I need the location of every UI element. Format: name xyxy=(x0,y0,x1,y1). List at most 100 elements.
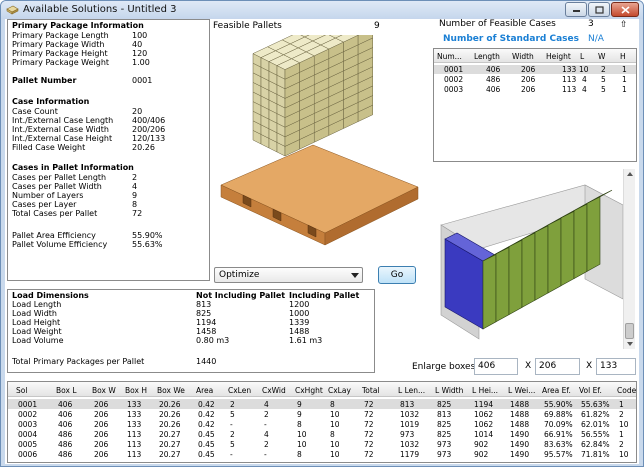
table-cell: 1032 xyxy=(400,410,420,419)
column-header[interactable]: Vol Ef. xyxy=(579,386,602,395)
column-header[interactable]: Box We xyxy=(157,386,185,395)
maximize-icon xyxy=(594,5,604,14)
table-cell: 825 xyxy=(437,420,452,429)
pallet-number-label: Pallet Number xyxy=(12,76,77,85)
container-view-scrollbar[interactable] xyxy=(623,169,635,349)
column-header[interactable]: Width xyxy=(512,52,534,61)
table-row[interactable]: 0004 486 206 113 20.27 0.45 2 4 10 8 72 973 825 1014 1… xyxy=(8,429,636,439)
column-header[interactable]: CxWid xyxy=(262,386,286,395)
column-header[interactable]: L xyxy=(580,52,584,61)
table-cell: - xyxy=(264,450,267,459)
info-label: Pallet Volume Efficiency xyxy=(12,240,108,249)
info-value: 9 xyxy=(132,191,138,200)
info-value: 120 xyxy=(132,49,148,58)
table-row[interactable]: 0002 486 206 113 4 5 1 xyxy=(434,75,636,84)
cases-pallet-heading: Cases in Pallet Information xyxy=(12,163,134,172)
column-header[interactable]: CxHght xyxy=(295,386,323,395)
column-header[interactable]: CxLay xyxy=(328,386,351,395)
column-header[interactable]: L Len... xyxy=(398,386,425,395)
info-label: Cases per Layer xyxy=(12,200,77,209)
column-header[interactable]: Area xyxy=(196,386,213,395)
table-cell: 133 xyxy=(127,400,142,409)
table-cell: 813 xyxy=(437,410,452,419)
scroll-up-icon[interactable] xyxy=(626,171,634,177)
close-button[interactable] xyxy=(611,2,639,17)
column-header[interactable]: Length xyxy=(474,52,500,61)
optimize-selected-value: Optimize xyxy=(219,270,260,280)
table-cell: 5 xyxy=(601,75,606,84)
table-cell: 2 xyxy=(601,65,606,74)
info-value: 20 xyxy=(132,107,143,116)
table-cell: 1 xyxy=(619,400,624,409)
optimize-select[interactable]: Optimize xyxy=(214,267,363,283)
x-separator: X xyxy=(525,361,532,371)
maximize-button[interactable] xyxy=(588,2,610,17)
column-header[interactable]: L Hei... xyxy=(472,386,498,395)
table-cell: 70.09% xyxy=(544,420,573,429)
table-cell: 206 xyxy=(94,430,109,439)
info-value: 72 xyxy=(132,209,143,218)
table-cell: 10 xyxy=(330,440,340,449)
table-row[interactable]: 0001 406 206 133 10 2 1 xyxy=(434,65,636,74)
load-label: Load Volume xyxy=(12,336,64,345)
column-header[interactable]: Box L xyxy=(56,386,77,395)
load-value: 1000 xyxy=(289,309,310,318)
case-column xyxy=(495,246,510,323)
table-cell: 20.27 xyxy=(159,430,181,439)
case-heading: Case Information xyxy=(12,97,90,106)
load-value: 1339 xyxy=(289,318,310,327)
table-row[interactable]: 0001 406 206 133 20.26 0.42 2 4 9 8 72 813 825 1194 14… xyxy=(8,399,636,409)
column-header[interactable]: Box W xyxy=(92,386,116,395)
scroll-thumb[interactable] xyxy=(625,323,634,339)
column-header[interactable]: W xyxy=(598,52,605,61)
go-button[interactable]: Go xyxy=(378,266,416,284)
enlarge-length-input[interactable]: 406 xyxy=(474,358,518,375)
load-value: 0.80 m3 xyxy=(196,336,230,345)
column-header[interactable]: CxLen xyxy=(228,386,251,395)
enlarge-height-input[interactable]: 133 xyxy=(596,358,636,375)
table-cell: 20.27 xyxy=(159,450,181,459)
column-header[interactable]: Total xyxy=(362,386,380,395)
table-cell: 4 xyxy=(582,75,587,84)
table-cell: 113 xyxy=(562,75,577,84)
table-cell: 1490 xyxy=(510,430,530,439)
column-header[interactable]: Area Ef. xyxy=(542,386,571,395)
package-info-panel: Primary Package Information Primary Pack… xyxy=(7,19,210,281)
info-value: 55.90% xyxy=(132,231,163,240)
table-cell: 1032 xyxy=(400,440,420,449)
standard-cases-value: N/A xyxy=(588,34,604,44)
table-cell: 206 xyxy=(94,440,109,449)
table-cell: 206 xyxy=(521,75,536,84)
column-header[interactable]: Code xyxy=(617,386,636,395)
table-row[interactable]: 0006 486 206 113 20.27 0.45 - - 8 10 72 1179 973 902 1… xyxy=(8,449,636,459)
table-row[interactable]: 0005 486 206 113 20.27 0.45 5 2 10 10 72 1032 973 902… xyxy=(8,439,636,449)
column-header[interactable]: Height xyxy=(546,52,571,61)
table-row[interactable]: 0002 406 206 133 20.26 0.42 5 2 9 10 72 1032 813 1062… xyxy=(8,409,636,419)
load-label: Load Length xyxy=(12,300,62,309)
info-value: 55.63% xyxy=(132,240,163,249)
table-cell: 0.45 xyxy=(198,450,215,459)
table-cell: 10 xyxy=(330,450,340,459)
info-label: Int./External Case Height xyxy=(12,134,113,143)
column-header[interactable]: L Wei... xyxy=(508,386,535,395)
table-row[interactable]: 0003 406 206 133 20.26 0.42- -8 10 72 1019 825 1062… xyxy=(8,419,636,429)
table-cell: 1062 xyxy=(474,410,494,419)
info-label: Int./External Case Width xyxy=(12,125,109,134)
column-header[interactable]: H xyxy=(620,52,626,61)
pallet-number-value: 0001 xyxy=(132,76,153,85)
scroll-down-icon[interactable] xyxy=(626,341,634,347)
minimize-button[interactable] xyxy=(565,2,587,17)
enlarge-width-input[interactable]: 206 xyxy=(535,358,580,375)
column-header[interactable]: Sol xyxy=(16,386,27,395)
column-header[interactable]: L Width xyxy=(435,386,463,395)
total-packages-label: Total Primary Packages per Pallet xyxy=(12,357,145,366)
app-window: Available Solutions - Untitled 3 Primary… xyxy=(0,0,644,467)
minimize-icon xyxy=(572,10,580,12)
column-header[interactable]: Num... xyxy=(437,52,462,61)
table-cell: 69.88% xyxy=(544,410,573,419)
info-label: Cases per Pallet Length xyxy=(12,173,107,182)
table-row[interactable]: 0003 406 206 113 4 5 1 xyxy=(434,85,636,94)
load-value: 1488 xyxy=(289,327,310,336)
column-header[interactable]: Box H xyxy=(125,386,147,395)
collapse-chevron-icon[interactable]: ⇧ xyxy=(620,20,628,30)
